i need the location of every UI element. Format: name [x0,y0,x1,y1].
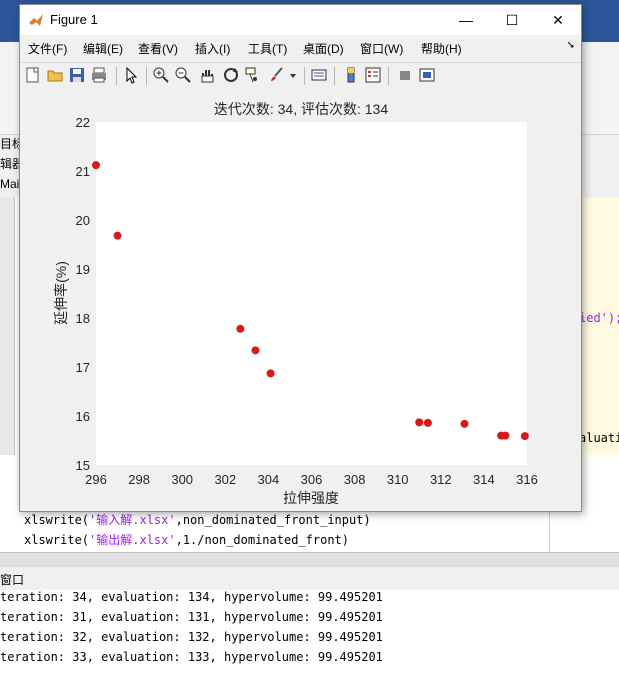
minimize-button[interactable]: — [443,5,489,35]
y-tick-label: 16 [76,409,90,424]
x-tick-label: 312 [430,472,452,487]
x-tick-label: 300 [171,472,193,487]
y-tick-label: 22 [76,115,90,130]
data-point[interactable] [460,419,469,428]
brush-dropdown-icon[interactable] [288,66,298,84]
close-button[interactable]: ✕ [535,5,581,35]
x-tick-label: 304 [258,472,280,487]
data-cursor-icon[interactable] [244,66,262,84]
menu-tools[interactable]: 工具(T) [248,40,287,57]
y-axis-label: 延伸率(%) [53,261,69,325]
toolbar-separator [146,67,147,85]
figure-window[interactable]: Figure 1 — ☐ ✕ 文件(F) 编辑(E) 查看(V) 插入(I) 工… [19,4,582,512]
hide-plot-tools-icon[interactable] [396,66,414,84]
insert-colorbar-icon[interactable] [342,66,360,84]
y-tick-label: 15 [76,458,90,473]
menu-window[interactable]: 窗口(W) [360,40,403,57]
new-figure-icon[interactable] [24,66,42,84]
rotate-3d-icon[interactable] [222,66,240,84]
zoom-out-icon[interactable] [174,66,192,84]
menu-edit[interactable]: 编辑(E) [83,40,123,57]
toolbar-separator [304,67,305,85]
data-point[interactable] [251,346,260,355]
figure-titlebar[interactable]: Figure 1 — ☐ ✕ [20,5,581,35]
editor-highlight [579,197,619,455]
left-tab-1[interactable]: 目标 [0,134,24,154]
code-line-1[interactable]: xlswrite('输入解.xlsx',non_dominated_front_… [24,511,371,528]
command-window-title: 窗口 [0,573,25,587]
link-plot-icon[interactable] [310,66,328,84]
data-point[interactable] [113,231,122,240]
x-tick-label: 316 [516,472,538,487]
insert-legend-icon[interactable] [364,66,382,84]
left-panel-tabs: 目标 辑器 Main [0,134,26,194]
x-tick-label: 302 [214,472,236,487]
menu-desktop[interactable]: 桌面(D) [303,40,344,57]
show-plot-tools-icon[interactable] [418,66,436,84]
menu-overflow-icon[interactable]: ➘ [567,40,575,51]
x-tick-label: 308 [344,472,366,487]
open-file-icon[interactable] [46,66,64,84]
data-point[interactable] [501,431,510,440]
menu-bar: 文件(F) 编辑(E) 查看(V) 插入(I) 工具(T) 桌面(D) 窗口(W… [20,37,581,59]
toolbar-separator [388,67,389,85]
matlab-logo-icon [29,14,43,26]
pan-icon[interactable] [198,66,216,84]
data-point[interactable] [236,324,245,333]
command-line: teration: 34, evaluation: 134, hypervolu… [0,590,383,604]
menu-view[interactable]: 查看(V) [138,40,178,57]
x-tick-label: 310 [387,472,409,487]
y-tick-label: 21 [76,164,90,179]
code-line-2[interactable]: xlswrite('输出解.xlsx',1./non_dominated_fro… [24,531,349,548]
command-window[interactable]: teration: 31, evaluation: 131, hypervolu… [0,590,619,674]
figure-toolbar [20,62,581,90]
menu-insert[interactable]: 插入(I) [195,40,230,57]
pointer-icon[interactable] [122,66,140,84]
left-tab-3[interactable]: Main [0,174,26,194]
save-icon[interactable] [68,66,86,84]
code-fragment-2: aluatio [579,431,619,445]
data-point[interactable] [415,418,424,427]
y-tick-label: 20 [76,213,90,228]
chart-title: 迭代次数: 34, 评估次数: 134 [214,101,388,117]
scatter-chart[interactable]: 迭代次数: 34, 评估次数: 134 15 16 17 18 19 20 21 22 296… [20,89,581,511]
plot-area: 迭代次数: 34, 评估次数: 134 15 16 17 18 19 20 21 22 296… [20,89,581,511]
command-line: teration: 33, evaluation: 133, hypervolu… [0,650,383,664]
editor-gutter [0,197,15,455]
toolbar-separator [116,67,117,85]
code-fragment-1: ied'); [579,311,619,325]
y-tick-label: 19 [76,262,90,277]
data-point[interactable] [92,161,100,170]
window-title: Figure 1 [50,12,98,27]
x-tick-label: 314 [473,472,495,487]
print-icon[interactable] [90,66,108,84]
x-axis-label: 拉伸强度 [283,490,339,506]
menu-file[interactable]: 文件(F) [28,40,67,57]
x-tick-label: 306 [301,472,323,487]
x-tick-label: 296 [85,472,107,487]
brush-icon[interactable] [268,66,286,84]
y-tick-label: 18 [76,311,90,326]
data-point[interactable] [266,369,275,378]
menu-help[interactable]: 帮助(H) [421,40,462,57]
command-window-header: 窗口 [0,570,619,591]
command-line: teration: 32, evaluation: 132, hypervolu… [0,630,383,644]
maximize-button[interactable]: ☐ [489,5,535,35]
data-point[interactable] [423,418,432,427]
data-point[interactable] [520,432,529,441]
y-tick-label: 17 [76,360,90,375]
left-tab-2[interactable]: 辑器 [0,154,24,174]
axes-background [96,122,527,465]
zoom-in-icon[interactable] [152,66,170,84]
toolbar-separator [334,67,335,85]
panel-splitter[interactable] [0,552,619,567]
command-line: teration: 31, evaluation: 131, hypervolu… [0,610,383,624]
x-tick-label: 298 [128,472,150,487]
